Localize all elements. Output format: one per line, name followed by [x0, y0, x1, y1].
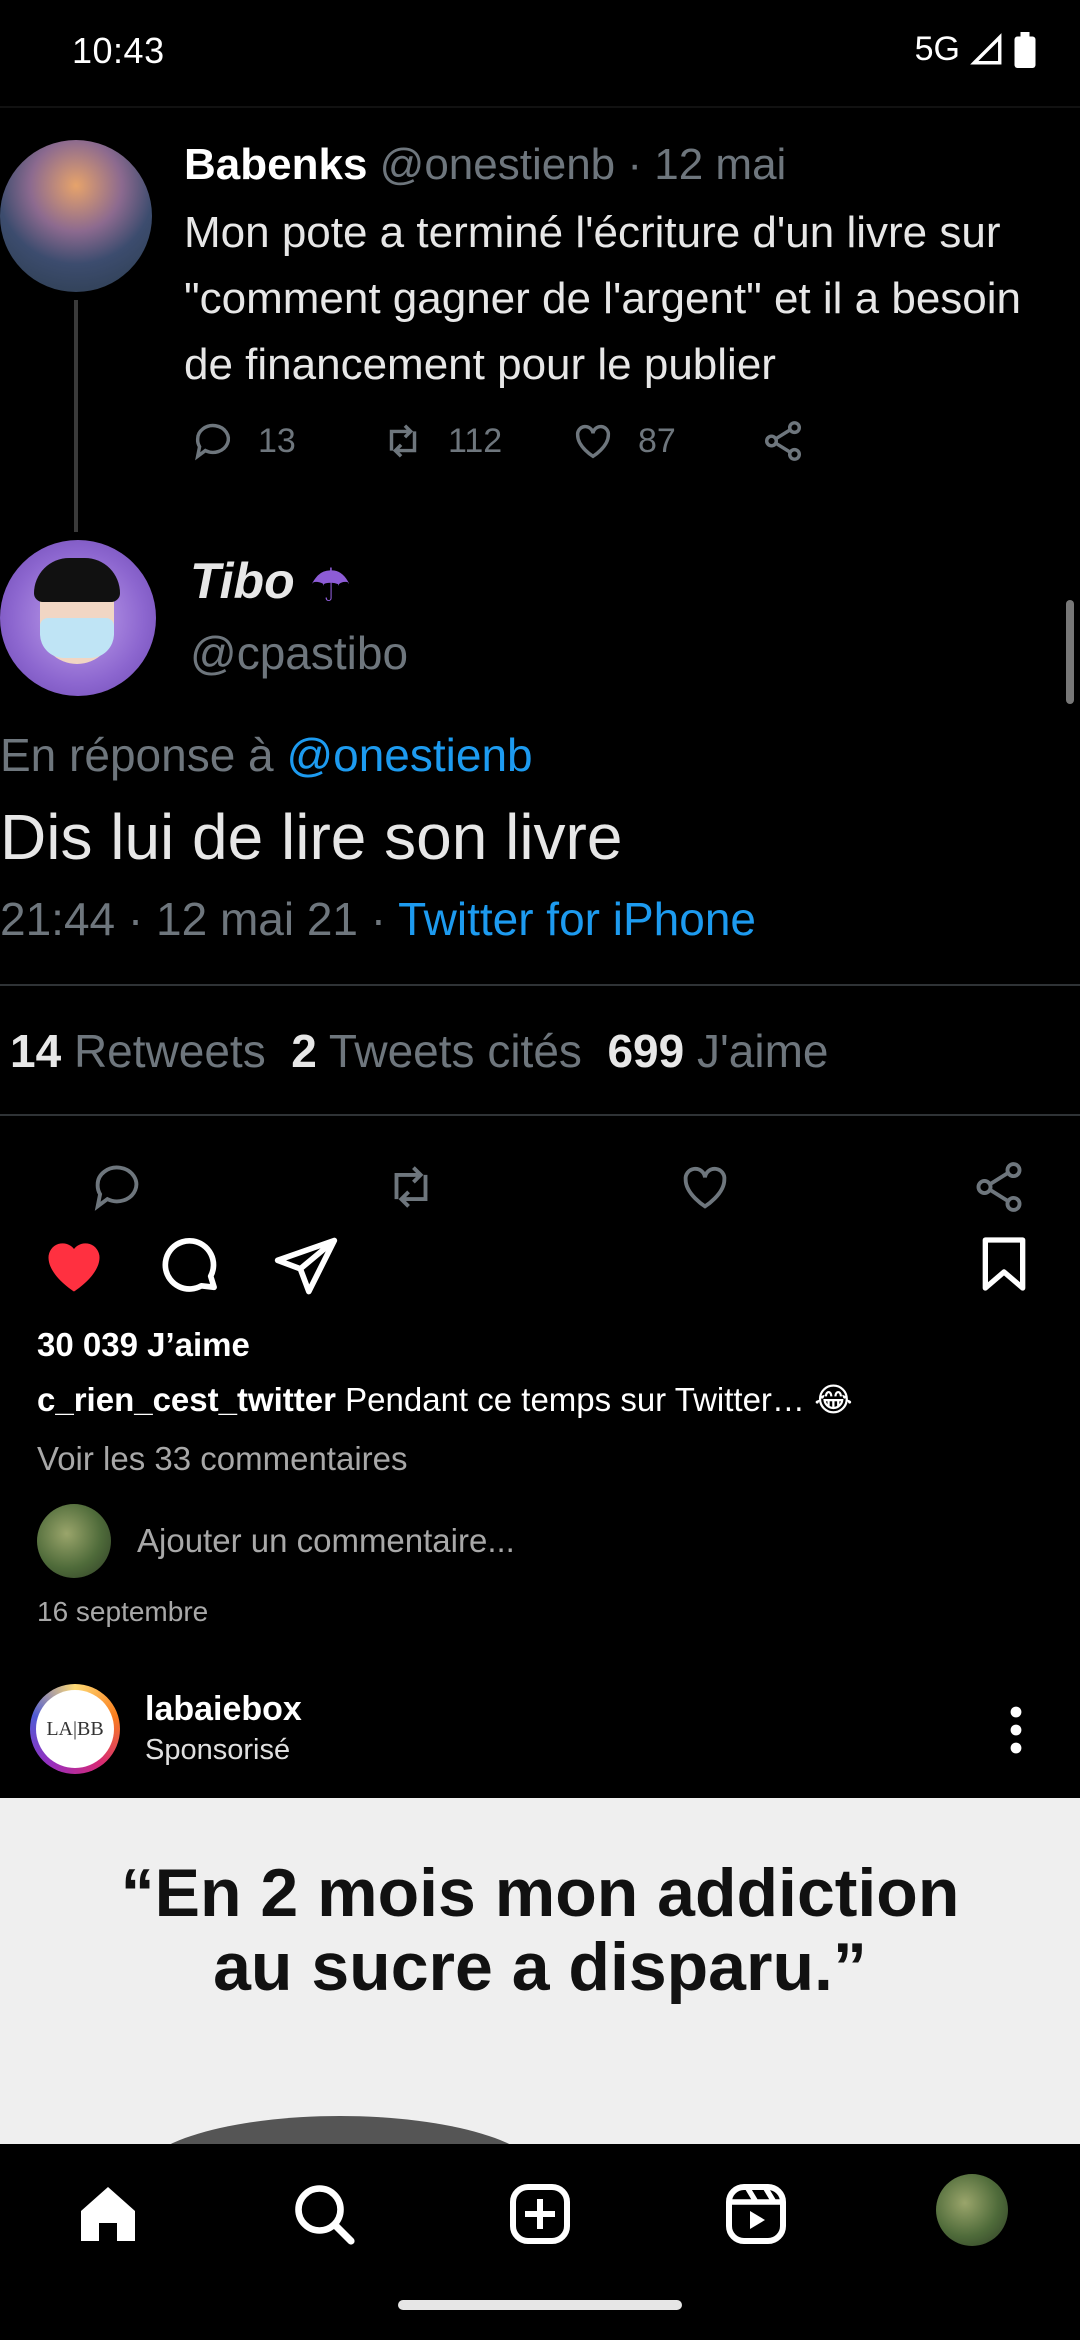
caption-text: Pendant ce temps sur Twitter… 😂	[345, 1381, 853, 1418]
retweet-count: 112	[448, 421, 503, 460]
retweet-icon	[389, 424, 417, 458]
tweet-author-name: Babenks	[184, 140, 368, 189]
tweet-divider	[0, 984, 1080, 986]
view-comments-link[interactable]: Voir les 33 commentaires	[37, 1440, 408, 1478]
tweet-scroll-indicator	[1066, 600, 1074, 704]
ad-decoration	[140, 2116, 540, 2144]
share-icon	[976, 1162, 1022, 1212]
tweet-date: · 12 mai	[627, 140, 787, 189]
likes-label: J'aime	[697, 1025, 829, 1077]
avatar	[37, 1504, 111, 1578]
reply-author-handle: @cpastibo	[190, 627, 409, 679]
reply-source: Twitter for iPhone	[398, 893, 756, 945]
tweet-share-stat	[760, 418, 950, 464]
caption-username[interactable]: c_rien_cest_twitter	[37, 1381, 336, 1418]
tweet-more-icon: ⋮	[1066, 140, 1080, 191]
reply-count: 13	[258, 421, 296, 460]
tweet-avatar-tibo	[0, 540, 156, 696]
tweet-line: "comment gagner de l'argent" et il a bes…	[184, 274, 1022, 323]
tweet-reply-stat: 13	[190, 418, 380, 464]
signal-icon	[970, 32, 1002, 64]
reply-text: Dis lui de lire son livre	[0, 801, 623, 873]
tweet-like-stat: 87	[570, 418, 760, 464]
reply-author-name: Tibo	[190, 553, 295, 609]
reply-icon	[195, 423, 231, 461]
retweet-icon	[394, 1166, 428, 1208]
sponsor-avatar[interactable]: LA|BB	[30, 1684, 120, 1774]
add-comment-input[interactable]: Ajouter un commentaire...	[137, 1522, 515, 1560]
umbrella-icon: ☂	[310, 559, 352, 611]
quotes-count: 2	[291, 1025, 317, 1077]
tweet-actions: 13 112 87	[190, 418, 950, 464]
ad-line: “En 2 mois mon addiction	[120, 1855, 960, 1931]
ad-headline: “En 2 mois mon addiction au sucre a disp…	[0, 1856, 1080, 2004]
quotes-label: Tweets cités	[328, 1025, 582, 1077]
ad-image[interactable]: “En 2 mois mon addiction au sucre a disp…	[0, 1798, 1080, 2144]
tweet-retweet-stat: 112	[380, 418, 570, 464]
reply-datetime: 21:44 · 12 mai 21 ·	[0, 893, 387, 945]
thread-line	[74, 300, 78, 532]
reply-icon	[94, 1165, 139, 1211]
battery-icon	[1014, 31, 1036, 68]
heart-outline-icon	[683, 1166, 727, 1209]
heart-filled-icon[interactable]	[40, 1232, 108, 1300]
send-icon[interactable]	[272, 1232, 340, 1300]
bottom-nav	[0, 2144, 1080, 2340]
in-reply-handle: @onestienb	[286, 729, 533, 781]
tweet-line: de financement pour le publier	[184, 340, 776, 389]
post-date: 16 septembre	[37, 1596, 209, 1627]
sponsor-logo: LA|BB	[36, 1690, 114, 1768]
home-indicator[interactable]	[398, 2300, 682, 2310]
comment-icon[interactable]	[156, 1232, 224, 1300]
post-caption: c_rien_cest_twitter Pendant ce temps sur…	[37, 1380, 853, 1419]
create-icon[interactable]	[504, 2178, 576, 2250]
reply-stats: 14 Retweets 2 Tweets cités 699 J'aime	[10, 1024, 829, 1078]
post-likes[interactable]: 30 039 J’aime	[37, 1326, 250, 1364]
tweet-divider	[0, 1114, 1080, 1116]
network-label: 5G	[914, 30, 960, 68]
likes-count: 699	[607, 1025, 685, 1077]
profile-avatar[interactable]	[936, 2174, 1008, 2246]
tweet-avatar-babenks	[0, 140, 152, 292]
tweet-author-handle: @onestienb	[379, 140, 616, 189]
like-count: 87	[638, 421, 676, 460]
reply-meta: 21:44 · 12 mai 21 · Twitter for iPhone	[0, 892, 756, 946]
home-icon[interactable]	[72, 2178, 144, 2250]
sponsored-label: Sponsorisé	[145, 1734, 291, 1766]
status-time: 10:43	[72, 30, 165, 71]
heart-outline-icon	[575, 424, 611, 459]
ad-line: au sucre a disparu.”	[213, 1929, 867, 2005]
sponsor-account[interactable]: labaiebox	[145, 1690, 302, 1729]
reels-icon[interactable]	[720, 2178, 792, 2250]
retweets-label: Retweets	[73, 1025, 266, 1077]
bookmark-icon[interactable]	[972, 1232, 1036, 1296]
tweet-header: Babenks @onestienb · 12 mai	[184, 140, 786, 190]
tweet-line: Mon pote a terminé l'écriture d'un livre…	[184, 208, 1001, 257]
post-actions	[0, 1232, 1080, 1312]
more-options-icon[interactable]	[1010, 1706, 1022, 1754]
status-indicators: 5G	[915, 30, 1036, 69]
reply-actions	[88, 1158, 1028, 1216]
retweets-count: 14	[10, 1025, 62, 1077]
tweet-body: Mon pote a terminé l'écriture d'un livre…	[184, 200, 1080, 398]
share-icon	[764, 421, 802, 461]
in-reply-prefix: En réponse à	[0, 729, 274, 781]
search-icon[interactable]	[288, 2178, 360, 2250]
in-reply-to: En réponse à @onestienb	[0, 728, 533, 782]
